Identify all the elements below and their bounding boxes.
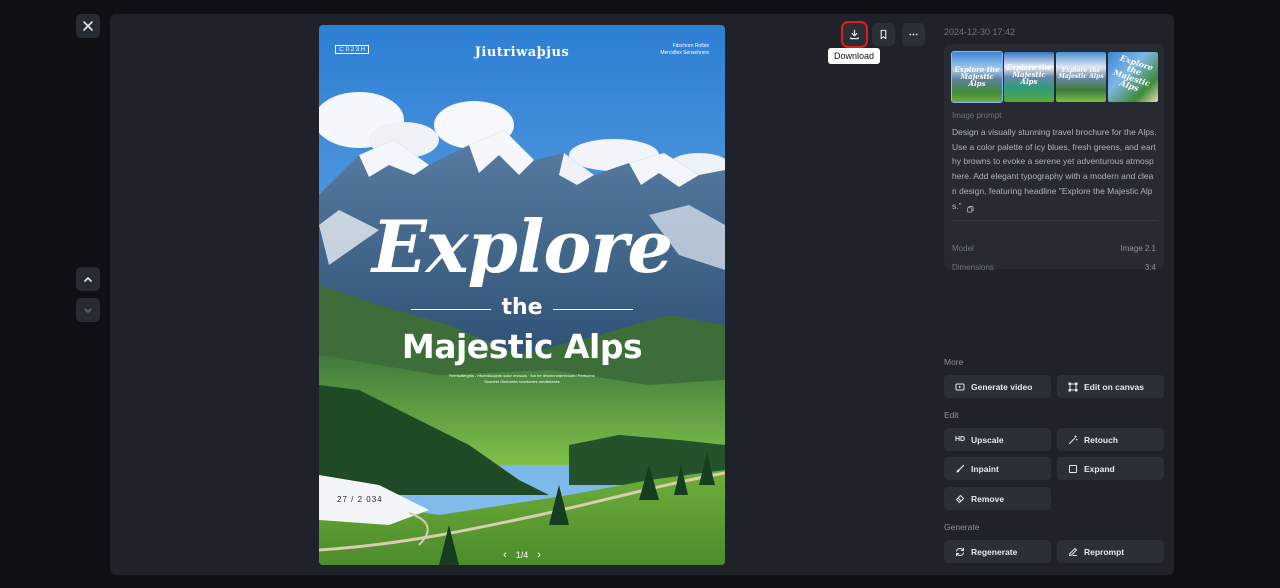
upscale-label: Upscale <box>971 434 1004 445</box>
section-edit-label: Edit <box>944 410 959 420</box>
pager-prev-button[interactable]: ‹ <box>503 549 507 561</box>
section-generate-label: Generate <box>944 522 980 532</box>
poster-fine-print: Remsdtergnis - rrtuentiuuqnte sulor nnou… <box>319 373 725 385</box>
regenerate-button[interactable]: Regenerate <box>944 540 1051 563</box>
poster-headline-explore: Explore <box>371 204 673 289</box>
chevron-down-icon <box>84 308 92 314</box>
inpaint-button[interactable]: Inpaint <box>944 457 1051 480</box>
thumbnail-4[interactable]: Explore the Majestic Alps <box>1108 52 1158 102</box>
download-tooltip: Download <box>828 48 881 64</box>
remove-button[interactable]: Remove <box>944 487 1051 510</box>
thumbnail-caption: Explore the Majestic Alps <box>1006 63 1052 86</box>
video-icon <box>955 382 965 392</box>
brush-icon <box>955 464 965 474</box>
poster-headline-the: the <box>501 295 543 320</box>
remove-label: Remove <box>971 493 1005 504</box>
dimensions-value: 3:4 <box>1144 263 1156 272</box>
more-horizontal-icon <box>909 33 918 36</box>
thumbnail-1[interactable]: Explore the Majestic Alps <box>951 51 1003 103</box>
thumbnail-2[interactable]: Explore the Majestic Alps <box>1004 52 1054 102</box>
pager-label: 1/4 <box>515 550 529 560</box>
poster-date-mark: 27 / 2 034 <box>337 495 383 504</box>
regenerate-label: Regenerate <box>971 546 1018 557</box>
thumbnail-strip: Explore the Majestic Alps Explore the Ma… <box>951 51 1158 103</box>
image-viewer-panel: ⊏ 0 2 3 H Jiutriwaþjus Fäschorn Rolbie M… <box>110 14 1174 575</box>
bookmark-button[interactable] <box>872 23 895 46</box>
image-details-card: Explore the Majestic Alps Explore the Ma… <box>944 44 1164 272</box>
details-divider <box>952 220 1156 221</box>
thumbnail-3[interactable]: Explore the Majestic Alps <box>1056 52 1106 102</box>
reprompt-button[interactable]: Reprompt <box>1057 540 1164 563</box>
download-icon <box>850 29 859 40</box>
expand-label: Expand <box>1084 463 1115 474</box>
retouch-button[interactable]: Retouch <box>1057 428 1164 451</box>
eraser-icon <box>955 494 965 504</box>
generate-video-button[interactable]: Generate video <box>944 375 1051 398</box>
prompt-text-content: Design a visually stunning travel brochu… <box>952 127 1157 211</box>
pencil-icon <box>1068 547 1078 557</box>
previous-image-button[interactable] <box>76 267 100 291</box>
reprompt-label: Reprompt <box>1084 546 1125 557</box>
expand-icon <box>1068 464 1078 474</box>
chevron-up-icon <box>84 276 92 282</box>
download-button[interactable] <box>841 21 868 48</box>
thumbnail-caption: Explore the Majestic Alps <box>954 65 1000 88</box>
more-options-button[interactable] <box>902 23 925 46</box>
section-more-label: More <box>944 357 964 367</box>
next-image-button[interactable] <box>76 298 100 322</box>
inpaint-label: Inpaint <box>971 463 999 474</box>
image-pager: ‹ 1/4 › <box>319 549 725 561</box>
generated-image[interactable]: ⊏ 0 2 3 H Jiutriwaþjus Fäschorn Rolbie M… <box>319 25 725 565</box>
headline-rule-right <box>553 309 633 310</box>
edit-on-canvas-label: Edit on canvas <box>1084 381 1144 392</box>
magic-wand-icon <box>1068 434 1078 445</box>
bookmark-icon <box>880 29 887 40</box>
prompt-text: Design a visually stunning travel brochu… <box>952 125 1158 213</box>
prompt-label: Image prompt <box>952 111 1002 120</box>
refresh-icon <box>955 547 965 557</box>
thumbnail-caption: Explore the Majestic Alps <box>1058 67 1104 80</box>
edit-on-canvas-button[interactable]: Edit on canvas <box>1057 375 1164 398</box>
generate-video-label: Generate video <box>971 381 1033 392</box>
model-value: Image 2.1 <box>1120 244 1156 253</box>
retouch-label: Retouch <box>1084 434 1118 445</box>
hd-badge-icon: HD <box>954 436 966 443</box>
dimensions-label: Dimensions <box>952 263 994 272</box>
close-icon <box>83 21 93 31</box>
expand-button[interactable]: Expand <box>1057 457 1164 480</box>
poster-tag-right: Fäschorn Rolbie Mercidlex Sensehrere <box>660 43 709 56</box>
model-row: Model Image 2.1 <box>952 244 1156 253</box>
dimensions-row: Dimensions 3:4 <box>952 263 1156 272</box>
generation-timestamp: 2024-12-30 17:42 <box>944 27 1016 37</box>
poster-fine-print-line-2: Susrteel Gtelonrea roodiurdes untdsteroe… <box>484 379 560 384</box>
close-button[interactable] <box>76 14 100 38</box>
poster-headline-majestic-alps: Majestic Alps <box>401 327 643 366</box>
canvas-icon <box>1068 382 1078 392</box>
model-label: Model <box>952 244 974 253</box>
upscale-button[interactable]: HD Upscale <box>944 428 1051 451</box>
pager-next-button[interactable]: › <box>537 549 541 561</box>
copy-icon[interactable] <box>967 203 974 213</box>
thumbnail-caption: Explore the Majestic Alps <box>1112 52 1155 94</box>
